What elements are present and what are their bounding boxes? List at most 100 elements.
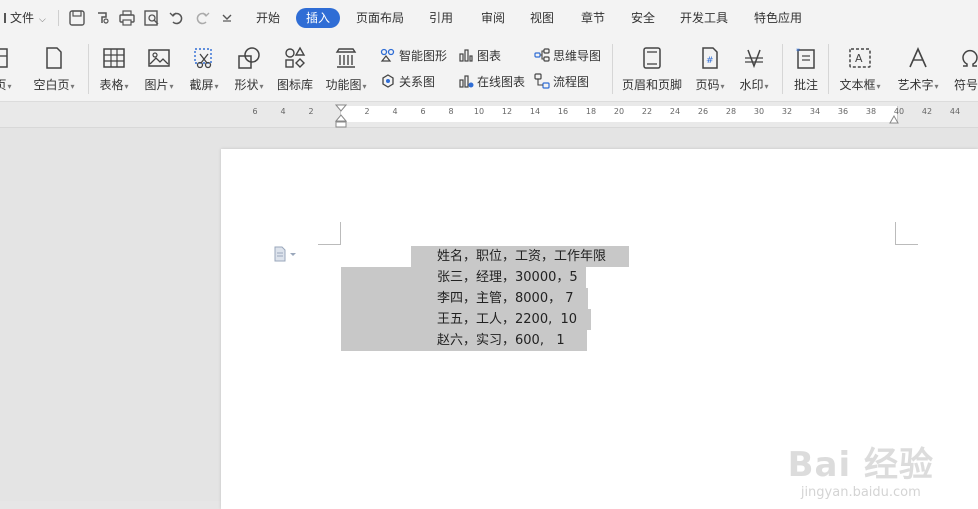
- flowchart-icon: [534, 73, 550, 89]
- symbol-label: 符号: [954, 78, 978, 92]
- right-indent-marker-icon[interactable]: [889, 112, 899, 124]
- word-art-button[interactable]: 艺术字▾: [892, 36, 944, 102]
- smart-art-button[interactable]: 智能图形: [380, 45, 447, 67]
- icon-library-button[interactable]: 图标库: [274, 36, 316, 102]
- document-line[interactable]: 王五，工人，2200, 10: [341, 309, 591, 330]
- mind-map-button[interactable]: 思维导图: [534, 45, 601, 67]
- tab-security[interactable]: 安全: [631, 0, 655, 36]
- paragraph-options-icon[interactable]: [273, 246, 297, 262]
- horizontal-ruler[interactable]: 6 4 2 2 4 6 8 10 12 14 16 18 20 22 24 26 28 30 32 34 36 38 40 4…: [0, 102, 978, 128]
- undo-icon[interactable]: [168, 9, 186, 27]
- shape-icon: [238, 47, 260, 69]
- print-icon[interactable]: [118, 9, 136, 27]
- ruler-tick-label: 2: [308, 107, 314, 116]
- ruler-tick-label: 34: [809, 107, 821, 116]
- flowchart-button[interactable]: 流程图: [534, 71, 589, 93]
- format-painter-icon[interactable]: [94, 9, 112, 27]
- caret-down-icon: ▾: [124, 82, 129, 91]
- ruler-tick-label: 4: [280, 107, 286, 116]
- relation-chart-icon: [382, 74, 394, 88]
- header-footer-label: 页眉和页脚: [621, 78, 682, 92]
- symbol-button[interactable]: 符号: [948, 36, 978, 102]
- tab-insert[interactable]: 插入: [296, 8, 341, 28]
- function-chart-button[interactable]: 功能图▾: [322, 36, 370, 102]
- flowchart-label: 流程图: [553, 75, 590, 89]
- chart-label: 图表: [477, 49, 502, 63]
- tab-page-layout[interactable]: 页面布局: [356, 0, 404, 36]
- smart-art-label: 智能图形: [399, 49, 448, 63]
- text-box-button[interactable]: A 文本框▾: [834, 36, 886, 102]
- page-number-button[interactable]: # 页码▾: [690, 36, 730, 102]
- caret-down-icon: ▾: [362, 82, 367, 91]
- online-chart-icon: [459, 75, 474, 88]
- mind-map-label: 思维导图: [553, 49, 602, 63]
- blank-page-button[interactable]: 空白页▾: [26, 36, 82, 102]
- caret-down-icon: ▾: [70, 82, 75, 91]
- screenshot-button[interactable]: 截屏▾: [184, 36, 224, 102]
- customize-quick-access-icon[interactable]: [218, 9, 236, 27]
- menu-bar: 文件 ⌵ 开始 插入 页面布局 引用 审阅 视图 章节 安全 开发工具 特色应用: [0, 0, 978, 36]
- line-text: 李四，主管，8000， 7: [437, 291, 574, 306]
- chevron-down-icon: ⌵: [39, 15, 46, 25]
- file-menu[interactable]: 文件 ⌵: [0, 0, 46, 36]
- online-chart-button[interactable]: 在线图表: [458, 71, 525, 93]
- indent-marker-icon[interactable]: [335, 104, 347, 128]
- insert-ribbon: 页▾ 空白页▾ 表格▾ 图片▾ 截屏▾ 形状▾ 图标库 功能图▾ 智能图形 关系…: [0, 36, 978, 102]
- document-line[interactable]: 赵六，实习，600, 1: [341, 330, 587, 351]
- ruler-tick-label: 38: [865, 107, 877, 116]
- line-text: 姓名，职位，工资，工作年限: [437, 249, 607, 264]
- document-workspace: 姓名，职位，工资，工作年限 张三，经理，30000，5 李四，主管，8000， …: [0, 128, 978, 509]
- caret-down-icon: ▾: [934, 82, 939, 91]
- ruler-tick-label: 6: [252, 107, 258, 116]
- ruler-tick-label: 14: [529, 107, 541, 116]
- word-art-label: 艺术字: [897, 78, 934, 92]
- ruler-tick-label: 44: [949, 107, 961, 116]
- tab-special-apps[interactable]: 特色应用: [754, 0, 802, 36]
- screenshot-scissors-icon: [194, 48, 212, 69]
- ruler-tick-label: 10: [473, 107, 485, 116]
- tab-chapter[interactable]: 章节: [581, 0, 605, 36]
- cover-page-icon: [0, 48, 8, 68]
- tab-home[interactable]: 开始: [256, 0, 280, 36]
- header-footer-icon: [643, 47, 661, 69]
- document-page[interactable]: 姓名，职位，工资，工作年限 张三，经理，30000，5 李四，主管，8000， …: [221, 149, 978, 509]
- document-line[interactable]: 李四，主管，8000， 7: [341, 288, 588, 309]
- redo-icon[interactable]: [193, 9, 211, 27]
- ruler-tick-label: 32: [781, 107, 793, 116]
- tab-references[interactable]: 引用: [429, 0, 453, 36]
- print-preview-icon[interactable]: [143, 9, 161, 27]
- baidu-jingyan-watermark: Bai 经验 jingyan.baidu.com: [788, 445, 934, 501]
- ruler-tick-label: 6: [420, 107, 426, 116]
- blank-page-label: 空白页: [33, 78, 70, 92]
- caret-down-icon: ▾: [169, 82, 174, 91]
- ruler-tick-label: 22: [641, 107, 653, 116]
- header-footer-button[interactable]: 页眉和页脚: [618, 36, 686, 102]
- icon-library-icon: [285, 46, 306, 68]
- mind-map-icon: [534, 48, 550, 62]
- table-label: 表格: [99, 78, 124, 92]
- screenshot-label: 截屏: [189, 78, 214, 92]
- document-line[interactable]: 姓名，职位，工资，工作年限: [411, 246, 629, 267]
- cover-page-button[interactable]: 页▾: [0, 36, 20, 102]
- relation-chart-button[interactable]: 关系图: [380, 71, 435, 93]
- file-menu-icon: [0, 13, 6, 23]
- relation-chart-label: 关系图: [399, 75, 436, 89]
- watermark-button[interactable]: 水印▾: [734, 36, 774, 102]
- watermark-label: 水印: [739, 78, 764, 92]
- caret-down-icon: ▾: [214, 82, 219, 91]
- caret-down-icon: ▾: [764, 82, 769, 91]
- tab-developer[interactable]: 开发工具: [680, 0, 728, 36]
- table-button[interactable]: 表格▾: [94, 36, 134, 102]
- comment-button[interactable]: * 批注: [788, 36, 824, 102]
- picture-button[interactable]: 图片▾: [139, 36, 179, 102]
- document-line[interactable]: 张三，经理，30000，5: [341, 267, 586, 288]
- tab-review[interactable]: 审阅: [481, 0, 505, 36]
- tab-view[interactable]: 视图: [530, 0, 554, 36]
- shape-button[interactable]: 形状▾: [229, 36, 269, 102]
- svg-text:*: *: [796, 47, 800, 56]
- chart-button[interactable]: 图表: [458, 45, 501, 67]
- file-menu-label: 文件: [10, 11, 35, 25]
- ruler-tick-label: 24: [669, 107, 681, 116]
- save-icon[interactable]: [68, 9, 86, 27]
- symbol-omega-icon: [962, 49, 978, 67]
